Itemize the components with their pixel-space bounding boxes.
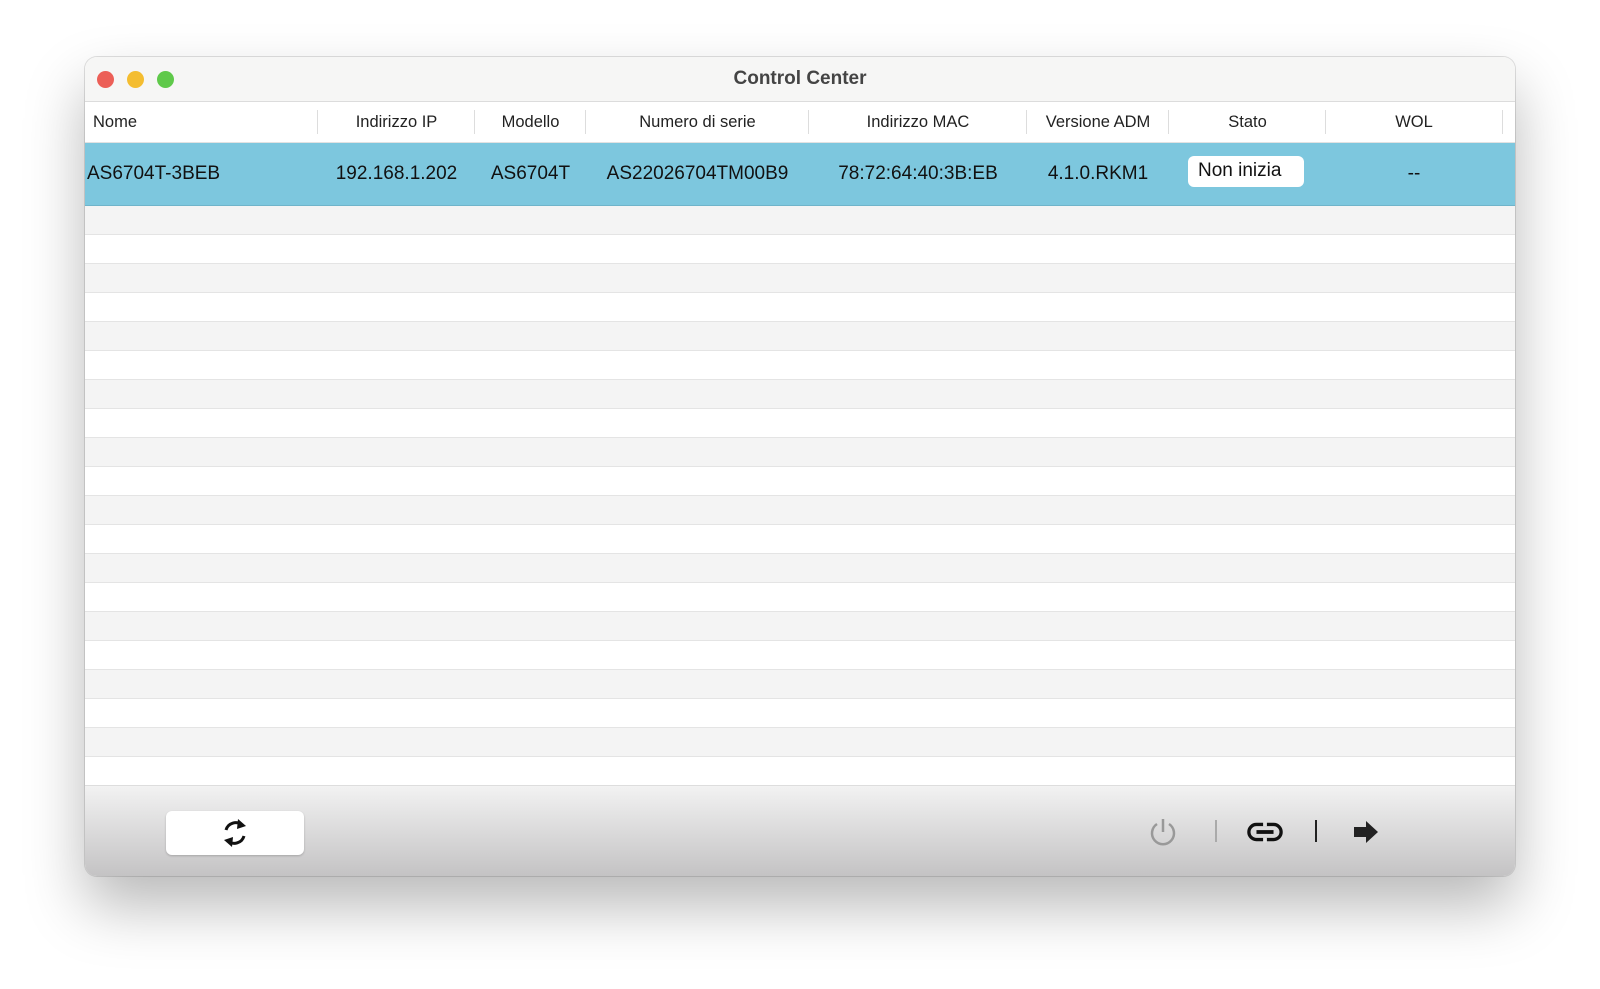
- toolbar-divider: [1215, 820, 1217, 842]
- device-serial: AS22026704TM00B9: [606, 163, 789, 184]
- device-ip: 192.168.1.202: [335, 163, 458, 184]
- device-wol: --: [1407, 163, 1421, 184]
- link-button[interactable]: [1247, 814, 1283, 850]
- column-header-serial[interactable]: Numero di serie: [586, 102, 809, 142]
- empty-table-row: [85, 583, 1515, 612]
- device-adm-version: 4.1.0.RKM1: [1047, 163, 1149, 184]
- empty-table-row: [85, 380, 1515, 409]
- empty-table-row: [85, 496, 1515, 525]
- column-header-nome[interactable]: Nome: [93, 102, 293, 142]
- open-button[interactable]: [1348, 814, 1384, 850]
- control-center-window: Control Center Nome Indirizzo IP Modello…: [85, 57, 1515, 876]
- refresh-icon: [224, 819, 246, 847]
- empty-table-row: [85, 641, 1515, 670]
- link-icon: [1247, 821, 1283, 843]
- empty-table-row: [85, 206, 1515, 235]
- empty-table-row: [85, 728, 1515, 757]
- column-header-wol[interactable]: WOL: [1326, 102, 1502, 142]
- column-header-adm[interactable]: Versione ADM: [1027, 102, 1169, 142]
- empty-table-row: [85, 322, 1515, 351]
- power-icon: [1150, 819, 1176, 846]
- empty-table-row: [85, 554, 1515, 583]
- empty-table-row: [85, 409, 1515, 438]
- device-table: AS6704T-3BEB 192.168.1.202 AS6704T AS220…: [85, 143, 1515, 785]
- column-header-status[interactable]: Stato: [1169, 102, 1326, 142]
- arrow-right-icon: [1354, 821, 1378, 843]
- device-mac: 78:72:64:40:3B:EB: [838, 163, 998, 184]
- empty-table-row: [85, 525, 1515, 554]
- table-row[interactable]: AS6704T-3BEB 192.168.1.202 AS6704T AS220…: [85, 143, 1515, 206]
- device-name: AS6704T-3BEB: [87, 163, 221, 184]
- toolbar-divider: [1315, 820, 1317, 842]
- empty-table-row: [85, 467, 1515, 496]
- empty-table-row: [85, 670, 1515, 699]
- window-title: Control Center: [733, 68, 867, 89]
- table-header: Nome Indirizzo IP Modello Numero di seri…: [85, 102, 1515, 143]
- title-bar: Control Center: [85, 57, 1515, 102]
- empty-table-row: [85, 293, 1515, 322]
- empty-table-row: [85, 438, 1515, 467]
- empty-table-row: [85, 612, 1515, 641]
- column-header-ip[interactable]: Indirizzo IP: [318, 102, 475, 142]
- bottom-toolbar: [85, 785, 1515, 876]
- empty-table-row: [85, 757, 1515, 785]
- power-button[interactable]: [1145, 814, 1181, 850]
- column-header-model[interactable]: Modello: [475, 102, 586, 142]
- empty-table-row: [85, 264, 1515, 293]
- refresh-button[interactable]: [166, 811, 304, 855]
- column-header-mac[interactable]: Indirizzo MAC: [809, 102, 1027, 142]
- empty-table-row: [85, 235, 1515, 264]
- empty-table-row: [85, 699, 1515, 728]
- status-badge[interactable]: Non inizia: [1188, 156, 1304, 187]
- empty-table-row: [85, 351, 1515, 380]
- device-model: AS6704T: [490, 163, 571, 184]
